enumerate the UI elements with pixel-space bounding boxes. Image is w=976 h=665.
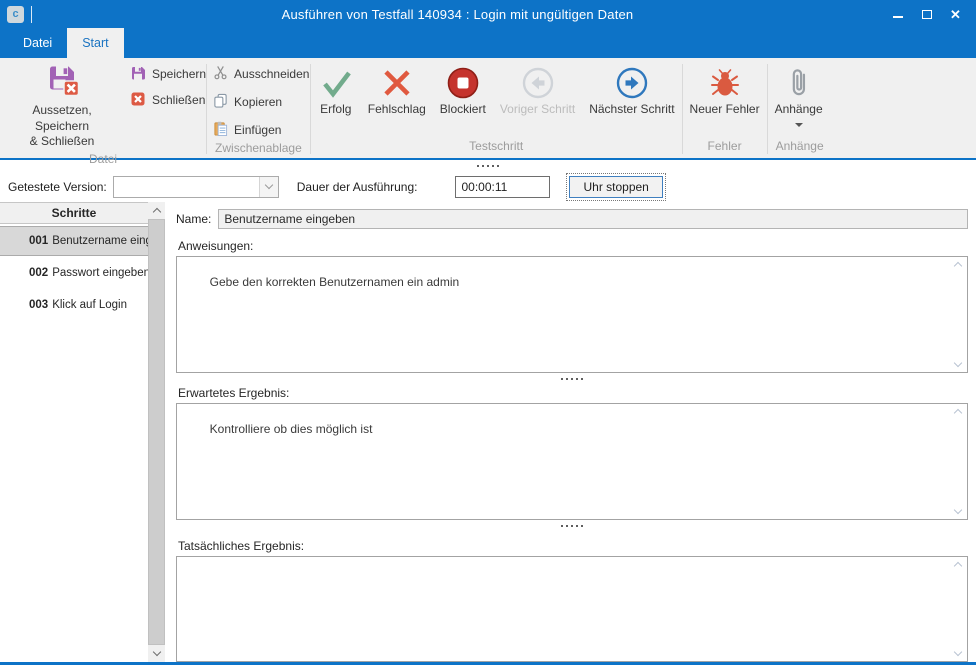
fail-x-icon <box>381 64 413 102</box>
expected-result-textarea[interactable]: Kontrolliere ob dies möglich ist <box>176 403 968 520</box>
chevron-down-icon[interactable] <box>954 648 962 656</box>
save-button[interactable]: Speichern <box>130 65 206 83</box>
steps-header: Schritte <box>0 203 148 224</box>
chevron-down-icon[interactable] <box>954 506 962 514</box>
ribbon-group-datei: Aussetzen, Speichern & Schließen <box>0 58 206 158</box>
version-label: Getestete Version: <box>8 180 107 194</box>
maximize-icon <box>922 10 932 19</box>
suspend-save-close-button[interactable]: Aussetzen, Speichern & Schließen <box>4 58 120 150</box>
expected-result-label: Erwartetes Ergebnis: <box>178 386 968 400</box>
fail-button[interactable]: Fehlschlag <box>361 58 433 116</box>
splitter-handle[interactable] <box>555 376 589 382</box>
new-error-button[interactable]: Neuer Fehler <box>683 58 767 116</box>
scroll-up-arrow[interactable] <box>148 202 165 219</box>
paste-button[interactable]: Einfügen <box>213 121 309 139</box>
close-document-icon <box>130 91 146 110</box>
form-splitter-row-1 <box>176 373 968 384</box>
steps-list: Schritte 001 Benutzername eingeben 002 P… <box>0 202 148 662</box>
copy-icon <box>213 93 228 111</box>
cut-button[interactable]: Ausschneiden <box>213 65 309 83</box>
chevron-down-icon <box>152 648 160 656</box>
form-splitter-row-2 <box>176 520 968 531</box>
main-area: Schritte 001 Benutzername eingeben 002 P… <box>0 202 976 662</box>
save-close-icon <box>44 61 80 100</box>
blocked-button[interactable]: Blockiert <box>433 58 493 116</box>
steps-panel: Schritte 001 Benutzername eingeben 002 P… <box>0 202 165 662</box>
actual-result-label: Tatsächliches Ergebnis: <box>178 539 968 553</box>
chevron-up-icon[interactable] <box>954 262 962 270</box>
ribbon-group-anhaenge: Anhänge Anhänge <box>768 58 832 158</box>
ribbon-group-fehler: Neuer Fehler Fehler <box>683 58 767 158</box>
steps-scrollbar[interactable] <box>148 202 165 662</box>
step-row-003[interactable]: 003 Klick auf Login <box>0 290 148 320</box>
ribbon-group-testschritt: Erfolg Fehlschlag <box>311 58 682 158</box>
tab-datei[interactable]: Datei <box>8 28 67 58</box>
duration-input[interactable] <box>455 176 550 198</box>
version-value <box>114 177 259 197</box>
group-label-anhaenge: Anhänge <box>768 137 832 158</box>
paste-icon <box>213 121 228 139</box>
splitter-handle[interactable] <box>471 163 505 169</box>
group-label-fehler: Fehler <box>683 137 767 158</box>
close-icon: ✕ <box>950 8 961 21</box>
step-row-002[interactable]: 002 Passwort eingeben <box>0 258 148 288</box>
app-icon[interactable]: c <box>7 6 24 23</box>
execution-toolbar: Getestete Version: Dauer der Ausführung:… <box>0 171 976 202</box>
instructions-textarea[interactable]: Gebe den korrekten Benutzernamen ein adm… <box>176 256 968 373</box>
actual-result-textarea[interactable] <box>176 556 968 662</box>
minimize-button[interactable] <box>883 1 912 27</box>
ribbon: Aussetzen, Speichern & Schließen <box>0 58 976 160</box>
version-combobox[interactable] <box>113 176 279 198</box>
arrow-left-circle-icon <box>521 64 555 102</box>
stop-clock-focus-ring: Uhr stoppen <box>566 173 665 201</box>
titlebar: c Ausführen von Testfall 140934 : Login … <box>0 0 976 28</box>
scrollbar-thumb[interactable] <box>148 219 165 645</box>
bug-icon <box>710 64 740 102</box>
stop-clock-button[interactable]: Uhr stoppen <box>569 176 662 198</box>
close-document-button[interactable]: Schließen <box>130 91 206 109</box>
top-splitter-row <box>0 160 976 171</box>
chevron-down-icon <box>795 123 803 127</box>
chevron-up-icon[interactable] <box>954 409 962 417</box>
previous-step-button[interactable]: Voriger Schritt <box>493 58 582 116</box>
pass-button[interactable]: Erfolg <box>311 58 361 116</box>
chevron-up-icon <box>152 208 160 216</box>
suspend-save-close-label: Aussetzen, Speichern & Schließen <box>4 103 120 150</box>
combobox-dropdown-button[interactable] <box>259 177 278 197</box>
chevron-down-icon[interactable] <box>954 359 962 367</box>
splitter-handle[interactable] <box>555 523 589 529</box>
chevron-up-icon[interactable] <box>954 562 962 570</box>
scroll-down-arrow[interactable] <box>148 645 165 662</box>
arrow-right-circle-icon <box>615 64 649 102</box>
group-label-testschritt: Testschritt <box>311 137 682 158</box>
chevron-down-icon <box>264 181 272 189</box>
stop-circle-icon <box>446 64 480 102</box>
tab-start[interactable]: Start <box>67 28 123 58</box>
paperclip-icon <box>788 64 810 102</box>
window-title: Ausführen von Testfall 140934 : Login mi… <box>32 7 883 22</box>
close-button[interactable]: ✕ <box>941 1 970 27</box>
duration-label: Dauer der Ausführung: <box>297 180 418 194</box>
instructions-label: Anweisungen: <box>178 239 968 253</box>
app-window: c Ausführen von Testfall 140934 : Login … <box>0 0 976 665</box>
attachments-button[interactable]: Anhänge <box>768 58 830 127</box>
step-detail-form: Name: Anweisungen: Gebe den korrekten Be… <box>165 202 976 662</box>
maximize-button[interactable] <box>912 1 941 27</box>
name-label: Name: <box>176 212 211 226</box>
copy-button[interactable]: Kopieren <box>213 93 309 111</box>
step-row-001[interactable]: 001 Benutzername eingeben <box>0 226 148 256</box>
ribbon-group-zwischenablage: Ausschneiden Kopieren <box>207 58 310 158</box>
group-label-zwischenablage: Zwischenablage <box>207 139 310 160</box>
name-input[interactable] <box>218 209 968 229</box>
window-controls: ✕ <box>883 1 970 27</box>
next-step-button[interactable]: Nächster Schritt <box>582 58 681 116</box>
save-icon <box>130 65 146 84</box>
ribbon-tabbar: Datei Start <box>0 28 976 58</box>
checkmark-icon <box>318 64 354 102</box>
scissors-icon <box>213 65 228 83</box>
minimize-icon <box>893 16 903 18</box>
